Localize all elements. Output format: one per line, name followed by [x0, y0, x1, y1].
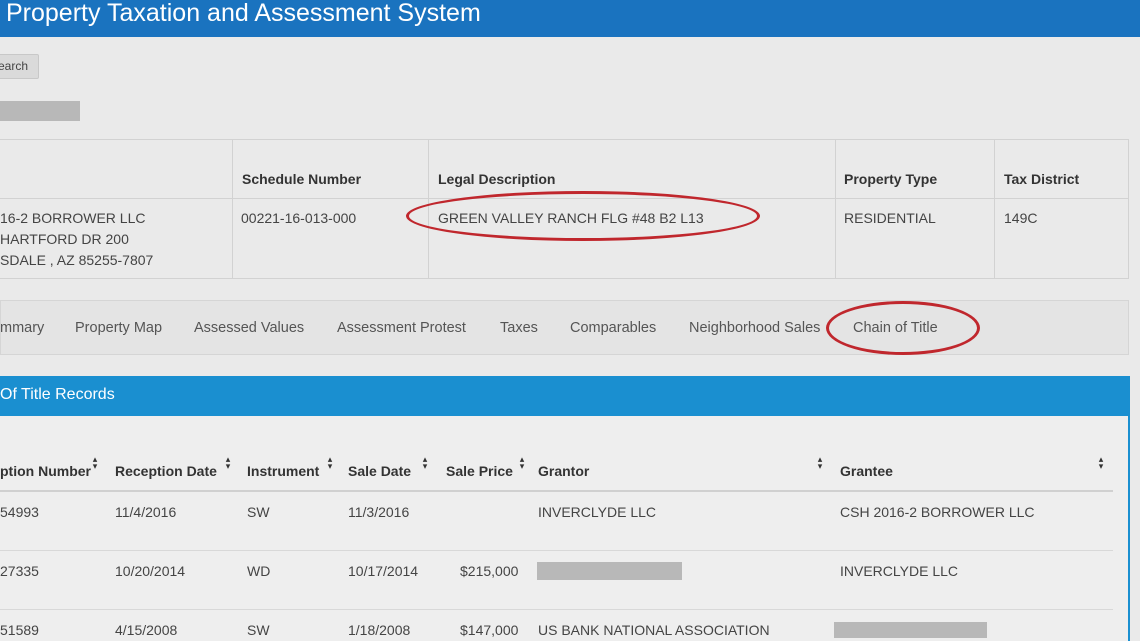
cell-grantor: US BANK NATIONAL ASSOCIATION: [538, 622, 770, 638]
column-divider: [1128, 140, 1129, 279]
column-grantor[interactable]: Grantor: [538, 463, 589, 479]
table-header-divider: [0, 490, 1113, 492]
header-legal-description: Legal Description: [438, 171, 556, 187]
property-type: RESIDENTIAL: [844, 210, 936, 226]
cell-grantor: INVERCLYDE LLC: [538, 504, 657, 520]
cell-sale-date: 11/3/2016: [348, 504, 410, 520]
panel-header: Of Title Records: [0, 376, 1130, 416]
header-tax-district: Tax District: [1004, 171, 1080, 187]
cell-sale-price: $147,000: [460, 622, 519, 638]
app-header: Property Taxation and Assessment System: [0, 0, 1140, 37]
cell-reception-date: 11/4/2016: [115, 504, 177, 520]
sort-icon[interactable]: ▴ ▾: [421, 455, 429, 471]
tax-district: 149C: [1004, 210, 1038, 226]
column-divider: [994, 140, 995, 279]
annotation-circle-legal-description: [406, 191, 760, 241]
column-sale-date[interactable]: Sale Date: [348, 463, 411, 479]
cell-reception-number: 54993: [0, 504, 39, 520]
app-title: Property Taxation and Assessment System: [6, 0, 481, 27]
cell-grantee: CSH 2016-2 BORROWER LLC: [840, 504, 1035, 520]
cell-sale-date: 1/18/2008: [348, 622, 411, 638]
owner-street: HARTFORD DR 200: [0, 231, 129, 247]
annotation-circle-chain-of-title: [826, 301, 980, 355]
redacted-grantee: [834, 622, 987, 638]
column-reception-date[interactable]: Reception Date: [115, 463, 217, 479]
tab-assessed-values[interactable]: Assessed Values: [194, 320, 304, 336]
sort-icon[interactable]: ▴ ▾: [224, 455, 232, 471]
column-reception-number[interactable]: ption Number: [0, 463, 91, 479]
cell-sale-price: $215,000: [460, 563, 519, 579]
chain-of-title-panel: Of Title Records ption Number Reception …: [0, 376, 1130, 641]
sort-icon[interactable]: ▴ ▾: [326, 455, 334, 471]
tab-taxes[interactable]: Taxes: [500, 320, 538, 336]
row-divider: [0, 550, 1113, 551]
sort-icon[interactable]: ▴ ▾: [91, 455, 99, 471]
cell-instrument: SW: [247, 622, 270, 638]
sort-icon[interactable]: ▴ ▾: [816, 455, 824, 471]
tab-neighborhood-sales[interactable]: Neighborhood Sales: [689, 320, 820, 336]
sort-icon[interactable]: ▴ ▾: [1097, 455, 1105, 471]
cell-reception-number: 27335: [0, 563, 39, 579]
panel-title: Of Title Records: [0, 386, 115, 403]
column-divider: [835, 140, 836, 279]
cell-instrument: SW: [247, 504, 270, 520]
cell-reception-date: 10/20/2014: [115, 563, 186, 579]
redacted-grantor: [537, 562, 682, 580]
column-divider: [232, 140, 233, 279]
redacted-owner-name: [0, 101, 80, 121]
header-schedule-number: Schedule Number: [242, 171, 362, 187]
tab-comparables[interactable]: Comparables: [570, 320, 656, 336]
owner-name: 16-2 BORROWER LLC: [0, 210, 146, 226]
schedule-number: 00221-16-013-000: [241, 210, 357, 226]
cell-sale-date: 10/17/2014: [348, 563, 419, 579]
tab-assessment-protest[interactable]: Assessment Protest: [337, 320, 466, 336]
column-grantee[interactable]: Grantee: [840, 463, 893, 479]
row-divider: [0, 609, 1113, 610]
cell-instrument: WD: [247, 563, 271, 579]
header-property-type: Property Type: [844, 171, 938, 187]
tab-summary[interactable]: mmary: [0, 320, 44, 336]
cell-grantee: INVERCLYDE LLC: [840, 563, 959, 579]
cell-reception-date: 4/15/2008: [115, 622, 178, 638]
cell-reception-number: 51589: [0, 622, 39, 638]
column-sale-price[interactable]: Sale Price: [446, 463, 513, 479]
owner-city: SDALE , AZ 85255-7807: [0, 252, 154, 268]
sort-icon[interactable]: ▴ ▾: [518, 455, 526, 471]
column-instrument[interactable]: Instrument: [247, 463, 319, 479]
tab-property-map[interactable]: Property Map: [75, 320, 162, 336]
search-button[interactable]: earch: [0, 54, 39, 79]
